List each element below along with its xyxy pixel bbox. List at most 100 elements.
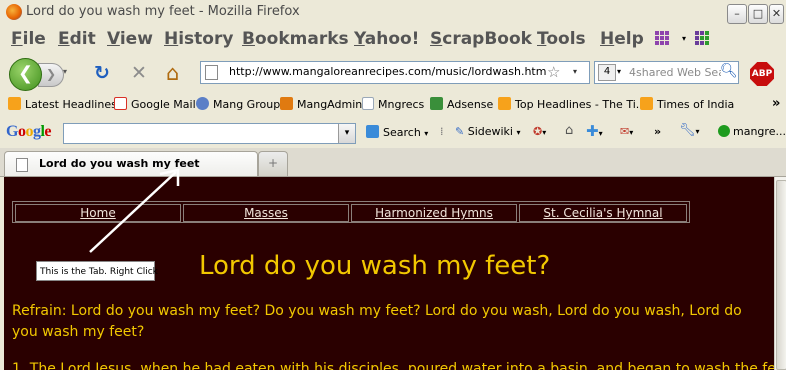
bookmark-mangadmin[interactable]: MangAdmin [280, 97, 362, 111]
bookmark-label: Times of India [657, 98, 735, 111]
sidewiki-label: Sidewiki [467, 125, 513, 138]
google-toolbar: Google ▾ Search ▾ ⁞ ✎ Sidewiki ▾ ✪▾ ⌂ ✚▾… [0, 118, 786, 146]
bookmark-label: Top Headlines - The Ti... [515, 98, 647, 111]
rss-icon [498, 97, 511, 110]
bookmarks-star-icon[interactable]: ✪▾ [533, 125, 546, 138]
joomla-icon [280, 97, 293, 110]
bookmarks-toolbar: Latest Headlines Google Mail Mang Group … [0, 94, 786, 116]
bookmark-mang-group[interactable]: Mang Group [196, 97, 280, 111]
rss-icon [640, 97, 653, 110]
institution-icon[interactable]: ⌂ [565, 123, 573, 138]
navigation-bar: ❯ ▾ ❮ ↻ ✕ ⌂ http://www.mangaloreanrecipe… [0, 54, 786, 92]
tab-label: Lord do you wash my feet [39, 157, 200, 170]
url-text[interactable]: http://www.mangaloreanrecipes.com/music/… [229, 65, 546, 78]
menu-bar: File Edit View History Bookmarks Yahoo! … [0, 27, 786, 51]
page-content: Home Masses Harmonized Hymns St. Cecilia… [4, 177, 774, 370]
google-search-button[interactable]: Search ▾ [366, 125, 428, 139]
account-button[interactable]: mangre... [718, 125, 786, 138]
firefox-logo-icon [6, 4, 22, 20]
url-bar[interactable]: http://www.mangaloreanrecipes.com/music/… [200, 61, 590, 84]
bookmark-times-of-india[interactable]: Times of India [640, 97, 734, 111]
mail-icon[interactable]: ✉▾ [620, 125, 633, 138]
close-window-button[interactable]: ✕ [769, 4, 784, 24]
google-search-input[interactable]: ▾ [63, 123, 356, 144]
grid-green-icon[interactable] [695, 31, 709, 45]
bookmark-label: MangAdmin [297, 98, 363, 111]
bookmark-label: Adsense [447, 98, 494, 111]
gmail-icon [114, 97, 127, 110]
bookmark-label: Mngrecs [378, 98, 425, 111]
nav-link-st-cecilias-hymnal[interactable]: St. Cecilia's Hymnal [543, 206, 662, 220]
bookmark-top-headlines[interactable]: Top Headlines - The Ti... [498, 97, 646, 111]
menu-file[interactable]: File [11, 29, 46, 49]
google-logo[interactable]: Google [6, 123, 51, 141]
stop-icon[interactable]: ✕ [131, 63, 147, 83]
title-bar: Lord do you wash my feet - Mozilla Firef… [0, 0, 786, 26]
menu-edit[interactable]: Edit [58, 29, 96, 49]
plus-icon[interactable]: ✚▾ [586, 122, 603, 140]
bookmark-star-icon[interactable]: ☆ [547, 63, 560, 81]
engine-dropdown-icon[interactable]: ▾ [617, 67, 621, 76]
page-title: Lord do you wash my feet? [199, 251, 551, 281]
search-placeholder[interactable]: 4shared Web Search [629, 66, 721, 79]
bookmark-label: Mang Group [213, 98, 281, 111]
status-dot-icon [718, 125, 730, 137]
refrain-text: Refrain: Lord do you wash my feet? Do yo… [12, 303, 742, 340]
page-icon [362, 97, 374, 110]
sidewiki-button[interactable]: ✎ Sidewiki ▾ [455, 125, 521, 138]
nav-link-home[interactable]: Home [80, 206, 115, 220]
rss-icon [8, 97, 21, 110]
site-nav-table: Home Masses Harmonized Hymns St. Cecilia… [12, 201, 690, 223]
nav-link-masses[interactable]: Masses [244, 206, 288, 220]
page-icon [16, 158, 28, 172]
google-g-icon [366, 125, 379, 138]
menu-help[interactable]: Help [600, 29, 644, 49]
url-dropdown-icon[interactable]: ▾ [573, 67, 577, 76]
menu-tools[interactable]: Tools [537, 29, 586, 49]
search-icon[interactable]: 🔍︎ [720, 63, 738, 79]
nav-cell-harmonized-hymns: Harmonized Hymns [351, 204, 517, 222]
nav-cell-home: Home [15, 204, 181, 222]
adsense-icon [430, 97, 443, 110]
grid-dropdown-icon[interactable]: ▾ [682, 34, 686, 43]
menu-view[interactable]: View [107, 29, 153, 49]
google-search-dropdown-icon[interactable]: ▾ [338, 124, 355, 143]
nav-cell-st-cecilias-hymnal: St. Cecilia's Hymnal [519, 204, 687, 222]
annotation-note: This is the Tab. Right Click [36, 261, 158, 281]
search-engine-icon[interactable]: 4 [598, 64, 616, 81]
bookmark-latest-headlines[interactable]: Latest Headlines [8, 97, 117, 111]
new-tab-button[interactable]: + [258, 151, 288, 176]
toolbar-separator: ⁞ [440, 125, 444, 138]
scrollbar-thumb[interactable] [776, 180, 786, 370]
bookmark-adsense[interactable]: Adsense [430, 97, 493, 111]
menu-bookmarks[interactable]: Bookmarks [242, 29, 349, 49]
account-label: mangre... [733, 125, 786, 138]
vertical-scrollbar[interactable] [774, 177, 786, 370]
web-search-box[interactable]: 4 ▾ 4shared Web Search 🔍︎ [594, 61, 739, 84]
window-title: Lord do you wash my feet - Mozilla Firef… [26, 4, 300, 19]
bookmark-label: Google Mail [131, 98, 196, 111]
adblock-icon[interactable]: ABP [750, 62, 774, 86]
maximize-button[interactable]: □ [748, 4, 768, 24]
nav-cell-masses: Masses [183, 204, 349, 222]
bookmark-google-mail[interactable]: Google Mail [114, 97, 196, 111]
google-search-label: Search [383, 126, 421, 139]
back-button[interactable]: ❮ [9, 58, 42, 91]
page-icon [205, 65, 218, 80]
bookmarks-overflow-button[interactable]: » [772, 96, 780, 111]
grid-apps-icon[interactable] [655, 31, 669, 45]
bookmark-mngrecs[interactable]: Mngrecs [362, 97, 424, 111]
reload-icon[interactable]: ↻ [94, 63, 110, 83]
bookmark-label: Latest Headlines [25, 98, 117, 111]
google-toolbar-overflow[interactable]: » [654, 125, 661, 138]
menu-history[interactable]: History [164, 29, 233, 49]
wrench-icon[interactable]: 🔧︎▾ [679, 123, 700, 138]
nav-link-harmonized-hymns[interactable]: Harmonized Hymns [375, 206, 493, 220]
menu-yahoo[interactable]: Yahoo! [354, 29, 419, 49]
minimize-button[interactable]: – [727, 4, 747, 24]
menu-scrapbook[interactable]: ScrapBook [430, 29, 532, 49]
history-dropdown-icon[interactable]: ▾ [63, 67, 67, 76]
group-icon [196, 97, 209, 110]
tab-lord-do-you-wash[interactable]: Lord do you wash my feet [4, 151, 258, 176]
home-icon[interactable]: ⌂ [166, 63, 179, 84]
